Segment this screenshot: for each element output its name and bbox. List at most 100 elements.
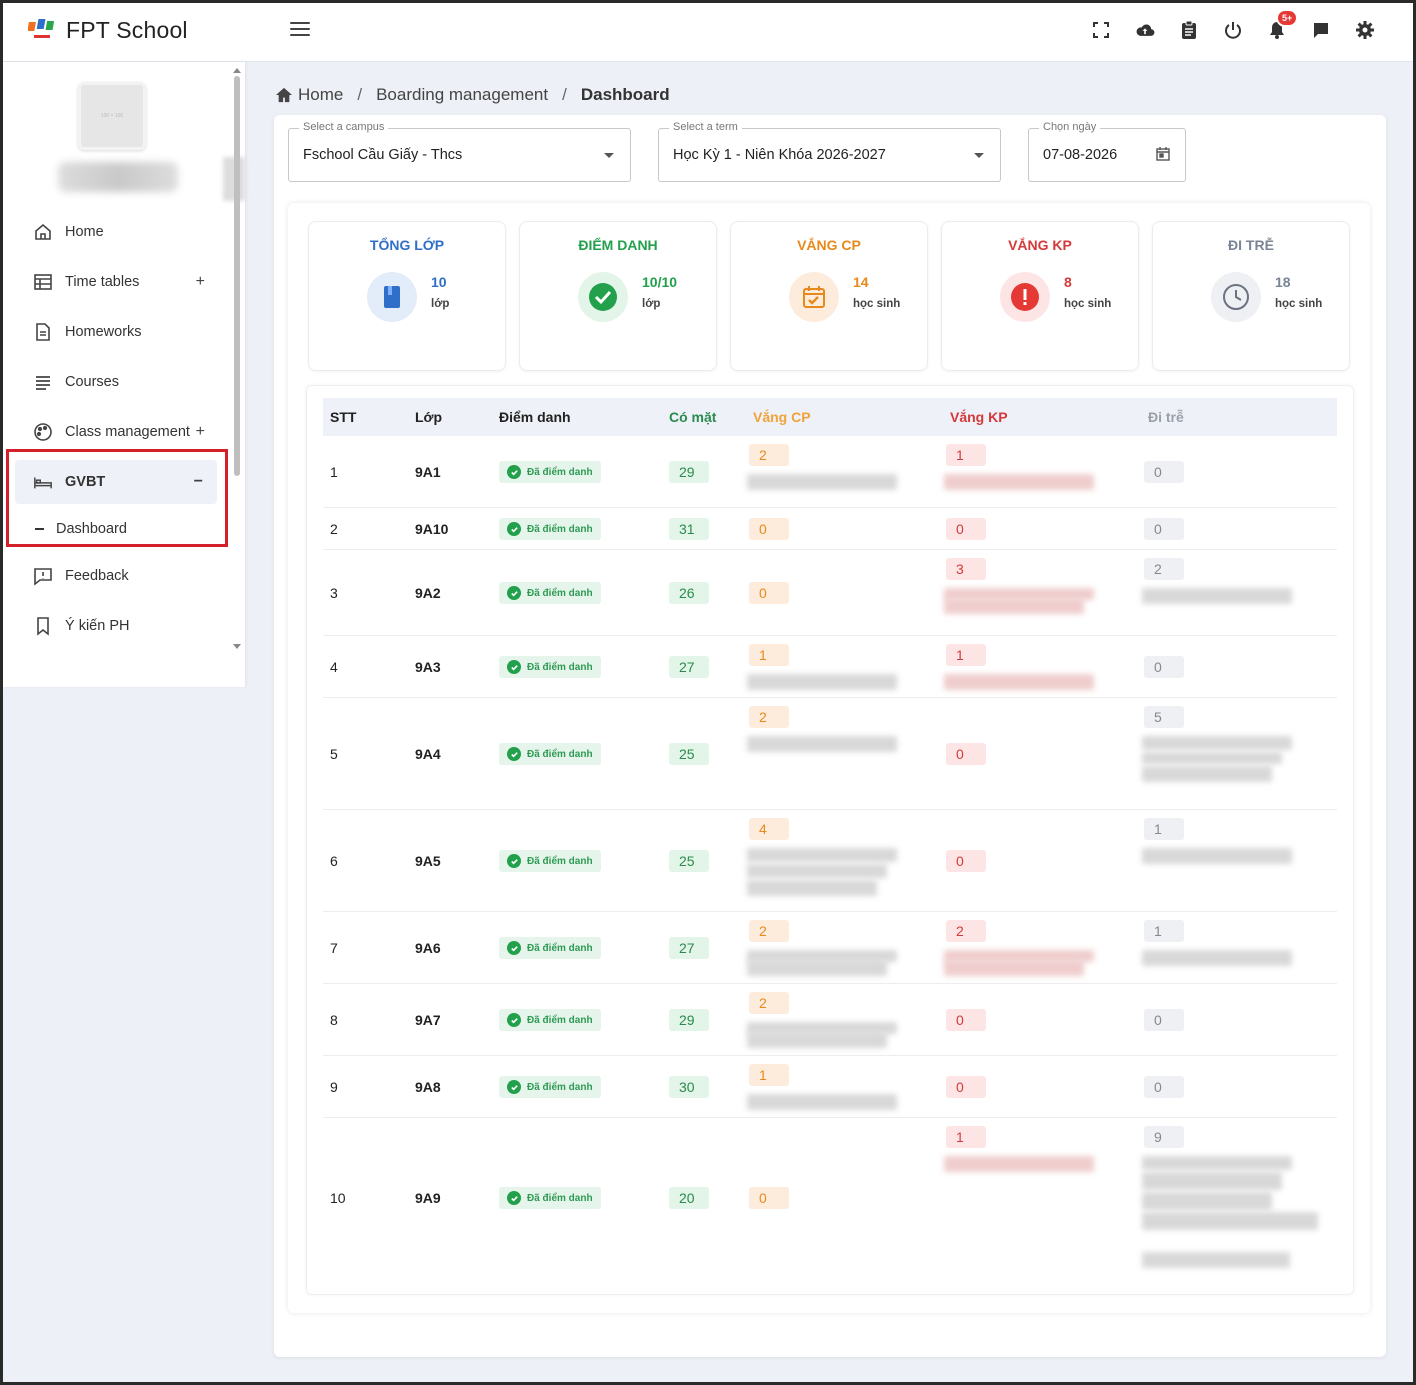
late-count: 0 [1144, 461, 1184, 483]
present-count: 27 [669, 656, 709, 678]
sidebar-item-time-tables[interactable]: Time tables + [3, 257, 233, 307]
student-names-redacted [944, 598, 1084, 614]
late-count: 1 [1144, 920, 1184, 942]
sidebar-item-y-kien-ph[interactable]: Ý kiến PH [3, 601, 233, 651]
dashboard-panel: TỔNG LỚP 10 lớp ĐIỂM DANH 10/10 lớp VẮNG CP 14 h… [288, 203, 1370, 1313]
stat-card-4: VẮNG KP 8 học sinh [941, 221, 1139, 371]
stat-value: 18 [1275, 274, 1291, 290]
excused-absent-count: 2 [749, 992, 789, 1014]
excused-absent-count: 2 [749, 920, 789, 942]
student-names-redacted [1142, 1252, 1290, 1268]
bell-icon[interactable]: 5+ [1266, 9, 1299, 42]
check-circle-icon [507, 1191, 521, 1205]
attendance-table: STT Lớp Điểm danh Có mặt Vắng CP Vắng KP… [306, 385, 1354, 1295]
chevron-down-icon [604, 153, 614, 158]
unexcused-absent-count: 3 [946, 558, 986, 580]
sidebar-scrollbar[interactable] [233, 68, 241, 654]
attendance-status-badge: Đã điểm danh [499, 743, 601, 765]
calendar-icon[interactable] [1155, 146, 1171, 162]
row-stt: 9 [330, 1079, 338, 1095]
student-names-redacted [1142, 1192, 1272, 1210]
check-circle-icon [507, 586, 521, 600]
student-names-redacted [747, 1094, 897, 1110]
unexcused-absent-count: 1 [946, 1126, 986, 1148]
sidebar-item-dashboard[interactable]: Dashboard [3, 507, 233, 551]
clipboard-icon[interactable] [1178, 18, 1200, 42]
student-names-redacted [747, 736, 897, 752]
row-stt: 2 [330, 521, 338, 537]
stat-card-5: ĐI TRỄ 18 học sinh [1152, 221, 1350, 371]
power-icon[interactable] [1222, 18, 1244, 42]
breadcrumb-section[interactable]: Boarding management [376, 85, 548, 105]
sidebar-item-courses[interactable]: Courses [3, 357, 233, 407]
palette-icon [34, 423, 52, 441]
row-class: 9A8 [415, 1079, 441, 1095]
cloud-upload-icon[interactable] [1134, 18, 1156, 42]
table-row[interactable]: 8 9A7 Đã điểm danh 29 2 0 0 [323, 984, 1337, 1056]
sidebar-item-class-management[interactable]: Class management + [3, 407, 233, 457]
table-row[interactable]: 5 9A4 Đã điểm danh 25 2 0 5 [323, 698, 1337, 810]
table-row[interactable]: 6 9A5 Đã điểm danh 25 4 0 1 [323, 810, 1337, 912]
sidebar: 100 × 100 Home Time tables + Homeworks C… [3, 62, 245, 687]
stat-unit: lớp [431, 298, 450, 310]
sidebar-item-feedback[interactable]: Feedback [3, 551, 233, 601]
present-count: 31 [669, 518, 709, 540]
row-stt: 5 [330, 746, 338, 762]
row-class: 9A9 [415, 1190, 441, 1206]
student-names-redacted [1142, 766, 1272, 782]
sidebar-item-homeworks[interactable]: Homeworks [3, 307, 233, 357]
table-row[interactable]: 10 9A9 Đã điểm danh 20 0 1 9 [323, 1118, 1337, 1278]
student-names-redacted [944, 674, 1094, 690]
avatar: 100 × 100 [78, 82, 146, 150]
attendance-status-badge: Đã điểm danh [499, 937, 601, 959]
student-names-redacted [747, 848, 897, 862]
calendar-check-icon [789, 272, 839, 322]
bed-icon [34, 477, 52, 489]
fullscreen-icon[interactable] [1090, 18, 1112, 42]
row-stt: 8 [330, 1012, 338, 1028]
attendance-status-badge: Đã điểm danh [499, 518, 601, 540]
stat-unit: học sinh [853, 298, 901, 310]
book-icon [367, 272, 417, 322]
campus-select[interactable]: Select a campus Fschool Cầu Giấy - Thcs [288, 121, 631, 182]
present-count: 30 [669, 1076, 709, 1098]
student-names-redacted [1142, 736, 1292, 750]
stat-value: 8 [1064, 274, 1072, 290]
attendance-status-badge: Đã điểm danh [499, 850, 601, 872]
bookmark-icon [37, 617, 49, 636]
stat-value: 14 [853, 274, 869, 290]
chat-icon[interactable] [1310, 18, 1332, 42]
menu-toggle-button[interactable] [290, 22, 310, 38]
excused-absent-count: 2 [749, 706, 789, 728]
table-row[interactable]: 7 9A6 Đã điểm danh 27 2 2 1 [323, 912, 1337, 984]
table-row[interactable]: 2 9A10 Đã điểm danh 31 0 0 0 [323, 508, 1337, 550]
stat-title: ĐI TRỄ [1228, 237, 1274, 253]
home-icon [276, 87, 292, 103]
feedback-icon [34, 568, 52, 586]
breadcrumb-home[interactable]: Home [298, 85, 343, 105]
gear-icon[interactable] [1354, 18, 1376, 42]
late-count: 0 [1144, 1009, 1184, 1031]
sidebar-item-home[interactable]: Home [3, 207, 233, 257]
table-row[interactable]: 4 9A3 Đã điểm danh 27 1 1 0 [323, 636, 1337, 698]
sidebar-item-gvbt[interactable]: GVBT − [15, 460, 217, 504]
term-select[interactable]: Select a term Học Kỳ 1 - Niên Khóa 2026-… [658, 121, 1001, 182]
excused-absent-count: 1 [749, 1064, 789, 1086]
late-count: 1 [1144, 818, 1184, 840]
row-stt: 4 [330, 659, 338, 675]
table-row[interactable]: 1 9A1 Đã điểm danh 29 2 1 0 [323, 436, 1337, 508]
student-names-redacted [747, 960, 887, 976]
late-count: 5 [1144, 706, 1184, 728]
date-picker[interactable]: Chọn ngày 07-08-2026 [1028, 121, 1186, 182]
row-class: 9A4 [415, 746, 441, 762]
student-names-redacted [747, 674, 897, 690]
check-circle-icon [507, 465, 521, 479]
attendance-status-badge: Đã điểm danh [499, 461, 601, 483]
expand-icon: + [195, 423, 205, 440]
table-row[interactable]: 3 9A2 Đã điểm danh 26 0 3 2 [323, 550, 1337, 636]
table-row[interactable]: 9 9A8 Đã điểm danh 30 1 0 0 [323, 1056, 1337, 1118]
attendance-status-badge: Đã điểm danh [499, 1076, 601, 1098]
student-names-redacted [944, 960, 1084, 976]
late-count: 9 [1144, 1126, 1184, 1148]
student-names-redacted [1142, 1156, 1292, 1170]
